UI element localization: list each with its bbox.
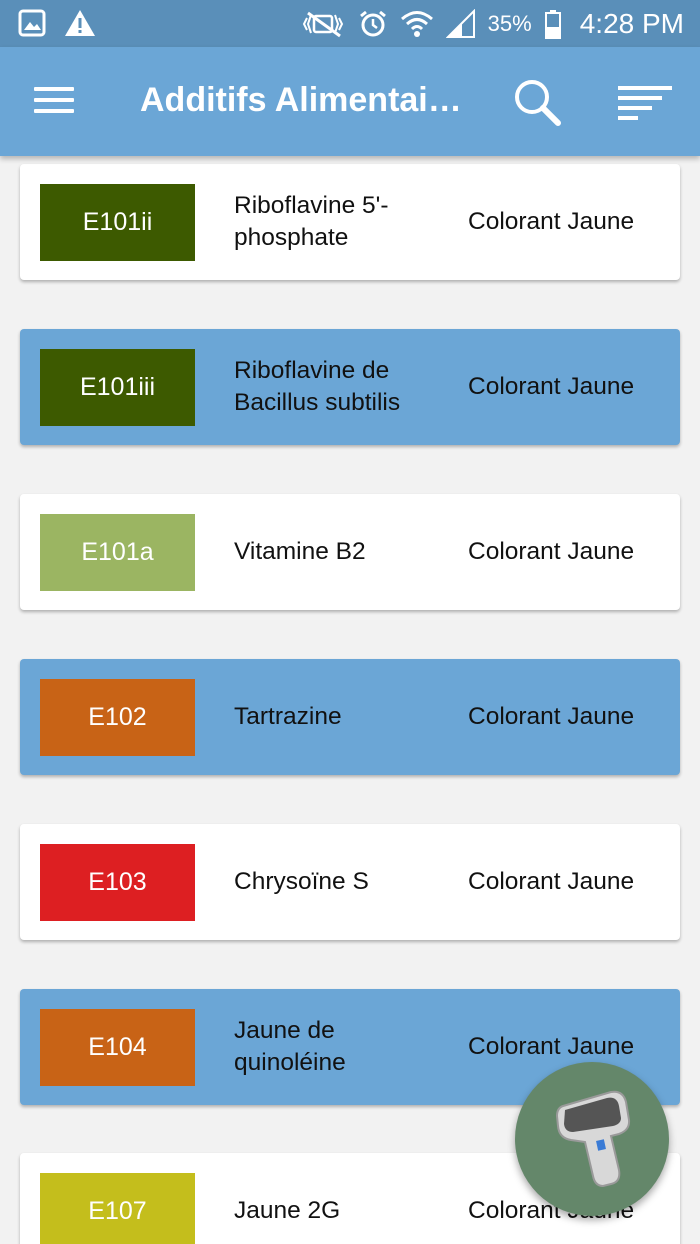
menu-icon[interactable] — [34, 87, 74, 117]
additive-name: Jaune 2G — [234, 1197, 341, 1224]
list-item[interactable]: E101ii Riboflavine 5'-phosphate Colorant J… — [20, 164, 680, 280]
app-title: Additifs Alimentai… — [140, 81, 462, 119]
search-icon[interactable] — [512, 77, 562, 127]
list-item[interactable]: E102 Tartrazine Colorant Jaune — [20, 659, 680, 775]
battery-percent: 35% — [487, 11, 532, 36]
app-bar: Additifs Alimentai… — [0, 47, 700, 156]
additive-name: Jaune de quinoléine — [234, 1017, 346, 1076]
additive-name: Chrysoïne S — [234, 868, 369, 895]
additive-code-badge: E102 — [40, 679, 195, 756]
wifi-icon — [400, 11, 433, 37]
additive-code-badge: E104 — [40, 1009, 195, 1086]
additive-code-badge: E107 — [40, 1173, 195, 1244]
barcode-scanner-icon — [555, 1090, 631, 1188]
image-icon — [18, 9, 46, 37]
signal-icon — [445, 9, 475, 38]
list-item[interactable]: E101a Vitamine B2 Colorant Jaune — [20, 494, 680, 610]
sort-icon[interactable] — [616, 84, 674, 120]
status-bar: 35% 4:28 PM — [0, 0, 700, 47]
additive-category: Colorant Jaune — [468, 373, 635, 400]
additive-category: Colorant Jaune — [468, 208, 635, 235]
additive-name: Vitamine B2 — [234, 538, 366, 565]
additive-name: Riboflavine de Bacillus subtilis — [234, 357, 401, 416]
scan-button[interactable] — [515, 1062, 669, 1216]
clock: 4:28 PM — [579, 8, 684, 39]
alarm-icon — [359, 10, 386, 37]
list-item[interactable]: E101iii Riboflavine de Bacillus subtilis C… — [20, 329, 680, 445]
additive-name: Tartrazine — [234, 703, 342, 730]
list-item[interactable]: E103 Chrysoïne S Colorant Jaune — [20, 824, 680, 940]
additive-code-badge: E101a — [40, 514, 195, 591]
additive-code-badge: E103 — [40, 844, 195, 921]
warning-icon — [65, 10, 95, 36]
additive-name: Riboflavine 5'-phosphate — [234, 192, 389, 251]
additive-code-badge: E101iii — [40, 349, 195, 426]
mute-icon — [302, 11, 343, 38]
battery-icon — [544, 10, 561, 39]
additive-category: Colorant Jaune — [468, 703, 635, 730]
additive-category: Colorant Jaune — [468, 868, 635, 895]
additive-category: Colorant Jaune — [468, 538, 635, 565]
additive-code-badge: E101ii — [40, 184, 195, 261]
